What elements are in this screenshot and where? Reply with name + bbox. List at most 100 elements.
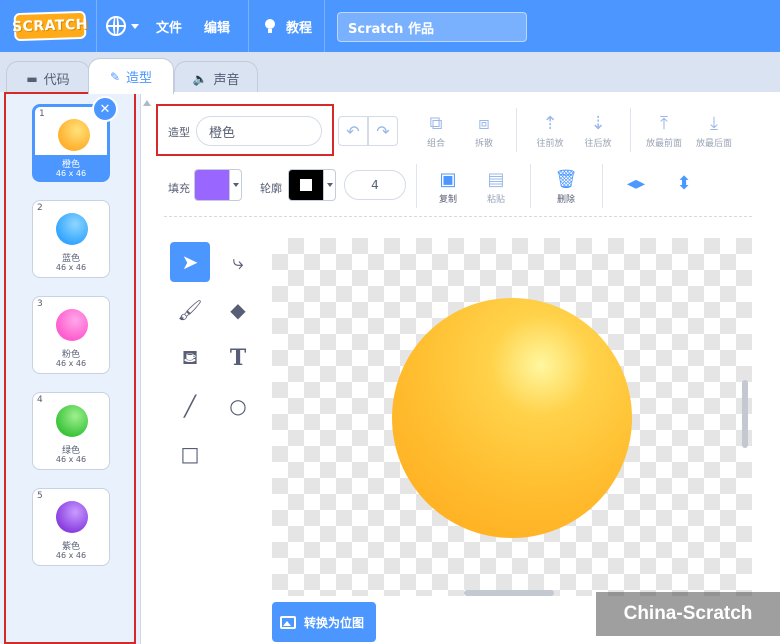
trash-icon: 🗑 [554, 169, 578, 190]
back-label: 放最后面 [695, 139, 732, 149]
file-menu[interactable]: 文件 [156, 0, 182, 52]
group-button[interactable]: ⧉ 组合 [416, 112, 456, 149]
costume-number: 4 [37, 395, 43, 405]
fill-color-picker[interactable] [194, 169, 242, 201]
orange-ball-shape[interactable] [392, 298, 632, 538]
copy-icon: ▣ [439, 169, 457, 190]
convert-to-bitmap-button[interactable]: 转换为位图 [272, 602, 376, 642]
reshape-tool[interactable]: ⤷ [218, 242, 258, 282]
paint-canvas[interactable] [272, 238, 752, 596]
costume-item[interactable]: 4 绿色 46 x 46 [32, 392, 110, 470]
line-icon: ╱ [183, 394, 197, 418]
fill-tool[interactable]: ⛾ [170, 338, 210, 378]
paste-label: 粘贴 [486, 195, 505, 205]
costume-name-input[interactable]: 橙色 [196, 116, 322, 146]
toolbar-divider [530, 164, 531, 208]
flip-vertical-icon: ⬍ [676, 173, 692, 194]
toolbar-divider [516, 108, 517, 152]
copy-label: 复制 [438, 195, 457, 205]
costume-size: 46 x 46 [55, 263, 87, 272]
eraser-icon: ◆ [230, 298, 246, 322]
select-tool[interactable]: ➤ [170, 242, 210, 282]
tab-code[interactable]: ▬ 代码 [6, 61, 90, 95]
undo-icon: ↶ [346, 121, 360, 141]
forward-button[interactable]: ⇡ 往前放 [530, 112, 570, 149]
tab-code-label: 代码 [43, 73, 70, 88]
undo-button[interactable]: ↶ [338, 116, 368, 146]
costume-name-label: 造型 [168, 126, 190, 139]
backward-button[interactable]: ⇣ 往后放 [578, 112, 618, 149]
costume-item[interactable]: 5 紫色 46 x 46 [32, 488, 110, 566]
ungroup-label: 拆散 [474, 139, 493, 149]
outline-color-picker[interactable] [288, 169, 336, 201]
project-title-input[interactable]: Scratch 作品 [337, 12, 527, 42]
line-tool[interactable]: ╱ [170, 386, 210, 426]
bring-to-front-icon: ⤒ [660, 113, 668, 134]
circle-tool[interactable]: ○ [218, 386, 258, 426]
redo-icon: ↷ [376, 121, 390, 141]
costume-number: 5 [37, 491, 43, 501]
eraser-tool[interactable]: ◆ [218, 290, 258, 330]
costume-size: 46 x 46 [55, 455, 87, 464]
costume-number: 2 [37, 203, 43, 213]
costume-number: 1 [39, 109, 45, 119]
tab-sounds[interactable]: 🔈 声音 [174, 61, 258, 95]
costume-item[interactable]: 2 蓝色 46 x 46 [32, 200, 110, 278]
cursor-icon: ➤ [181, 250, 199, 274]
flip-horizontal-icon: ◂▸ [626, 173, 646, 194]
delete-label: 删除 [556, 195, 575, 205]
flip-horizontal-button[interactable]: ◂▸ [616, 172, 656, 196]
tutorials-menu[interactable]: 教程 [262, 0, 312, 52]
rectangle-tool[interactable]: □ [170, 434, 210, 474]
pink-ball-thumbnail [56, 309, 88, 341]
group-label: 组合 [426, 139, 445, 149]
delete-button[interactable]: 🗑 删除 [546, 168, 586, 205]
toolbar-divider [416, 164, 417, 208]
code-icon: ▬ [26, 71, 38, 86]
paste-button[interactable]: ▤ 粘贴 [476, 168, 516, 205]
ungroup-icon: ⧈ [478, 113, 490, 134]
tutorials-label: 教程 [286, 20, 313, 36]
rectangle-icon: □ [180, 442, 200, 466]
redo-button[interactable]: ↷ [368, 116, 398, 146]
chevron-down-icon [131, 23, 139, 29]
outline-label: 轮廓 [260, 182, 282, 195]
brush-icon: ✎ [109, 69, 121, 84]
watermark: China-Scratch [596, 592, 780, 636]
menu-bar: SCRATCH 文件 编辑 教程 Scratch 作品 [0, 0, 780, 52]
ungroup-button[interactable]: ⧈ 拆散 [464, 112, 504, 149]
delete-costume-button[interactable]: ✕ [92, 96, 118, 122]
fill-label: 填充 [168, 182, 190, 195]
back-button[interactable]: ⤓ 放最后面 [690, 112, 738, 149]
outline-color-swatch [289, 170, 323, 200]
vertical-scrollbar[interactable] [742, 380, 748, 448]
brush-tool[interactable]: 🖌 [170, 290, 210, 330]
paint-bucket-icon: ⛾ [181, 344, 199, 369]
purple-ball-thumbnail [56, 501, 88, 533]
scroll-up-icon [143, 100, 151, 106]
forward-label: 往前放 [536, 139, 564, 149]
fill-color-swatch [195, 170, 229, 200]
flip-vertical-button[interactable]: ⬍ [664, 172, 704, 196]
orange-ball-thumbnail [58, 119, 90, 151]
chevron-down-icon [229, 170, 241, 200]
language-menu[interactable] [106, 0, 139, 52]
horizontal-scrollbar[interactable] [464, 590, 554, 596]
group-icon: ⧉ [429, 113, 443, 134]
edit-menu[interactable]: 编辑 [204, 0, 230, 52]
costume-size: 46 x 46 [55, 169, 87, 178]
outline-width-input[interactable]: 4 [344, 170, 406, 200]
chevron-down-icon [323, 170, 335, 200]
send-to-back-icon: ⤓ [710, 113, 718, 134]
tab-costumes[interactable]: ✎ 造型 [88, 58, 174, 94]
scratch-logo[interactable]: SCRATCH [12, 10, 88, 42]
costume-size: 46 x 46 [55, 359, 87, 368]
front-button[interactable]: ⤒ 放最前面 [640, 112, 688, 149]
text-tool[interactable]: T [218, 338, 258, 378]
toolbar-divider [602, 164, 603, 208]
costume-item[interactable]: 3 粉色 46 x 46 [32, 296, 110, 374]
outline-inner-icon [300, 179, 312, 191]
globe-icon [106, 16, 126, 36]
copy-button[interactable]: ▣ 复制 [428, 168, 468, 205]
speaker-icon: 🔈 [192, 71, 208, 86]
